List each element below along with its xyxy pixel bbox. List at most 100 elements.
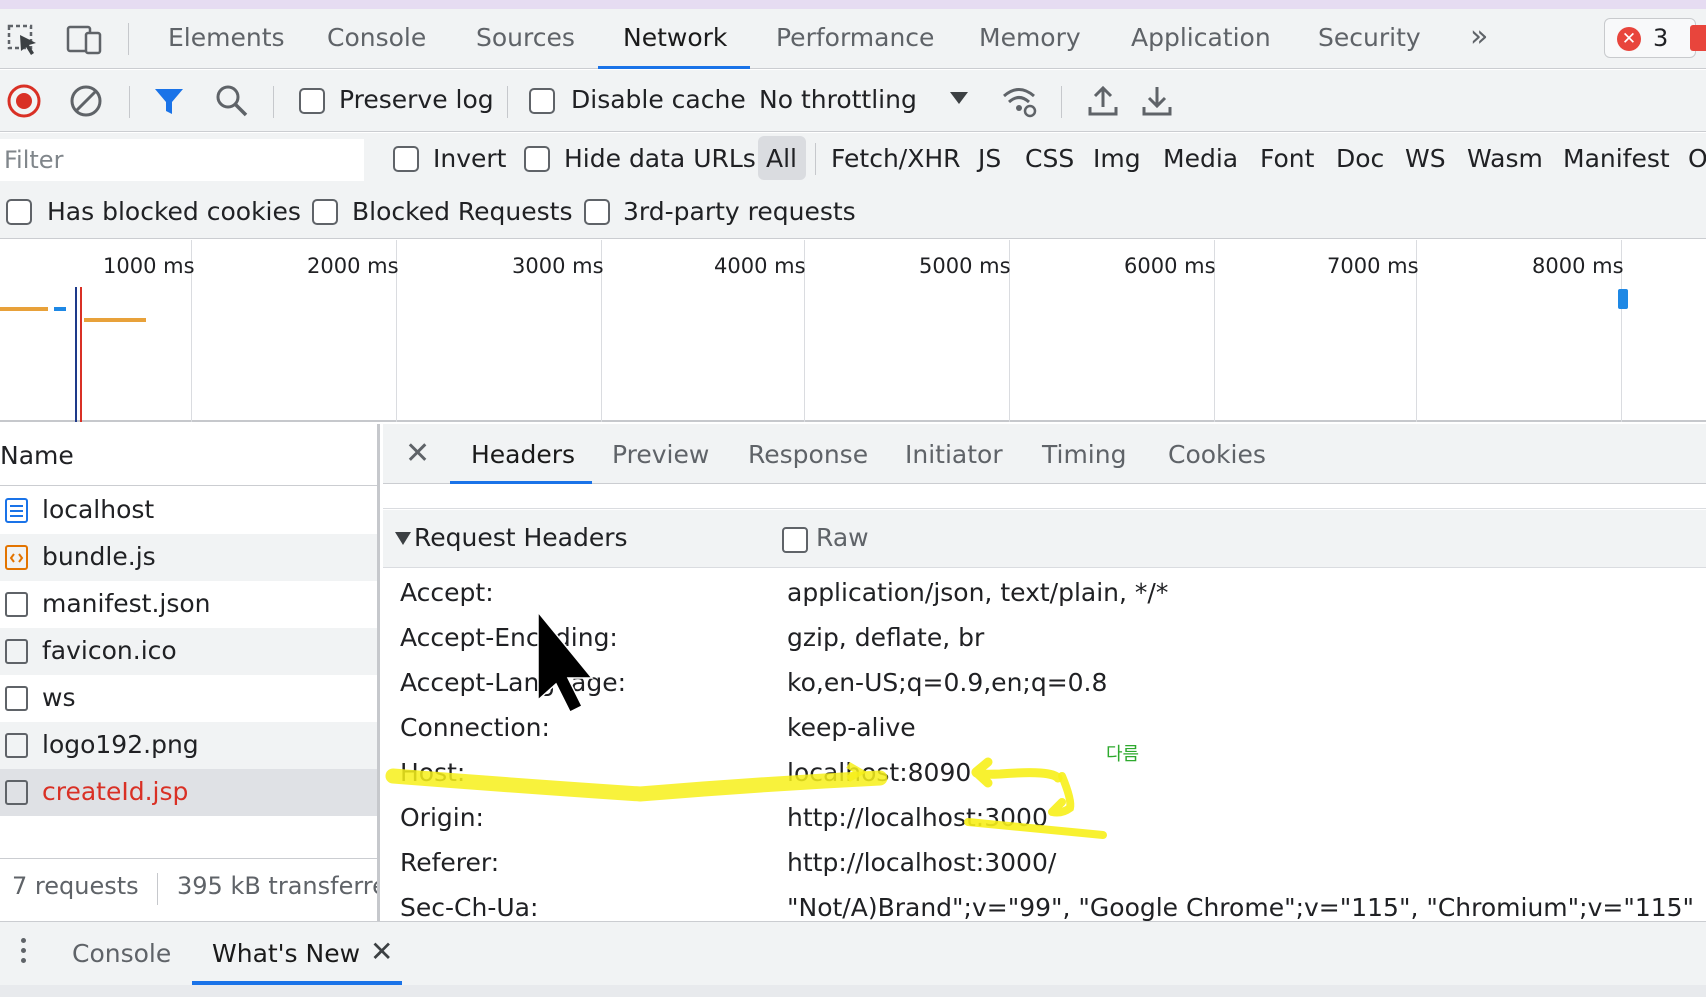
tab-memory[interactable]: Memory <box>979 23 1081 52</box>
header-key: Accept: <box>400 578 494 607</box>
header-key: Host: <box>400 758 466 787</box>
file-icon <box>5 686 28 711</box>
network-timeline-overview[interactable]: 1000 ms 2000 ms 3000 ms 4000 ms 5000 ms … <box>0 240 1706 422</box>
type-filter-img[interactable]: Img <box>1093 144 1141 173</box>
tab-timing[interactable]: Timing <box>1042 440 1126 469</box>
header-row: Sec-Ch-Ua: "Not/A)Brand";v="99", "Google… <box>383 886 1706 921</box>
request-list-header[interactable]: Name <box>0 424 377 486</box>
previous-section-strip <box>383 485 1706 509</box>
third-party-requests-checkbox[interactable] <box>584 199 610 225</box>
timeline-bars <box>0 287 1628 422</box>
clear-icon[interactable] <box>68 83 104 119</box>
type-filter-fetch-xhr[interactable]: Fetch/XHR <box>831 144 961 173</box>
request-headers-section-header[interactable]: Request Headers Raw <box>383 510 1706 568</box>
tab-response[interactable]: Response <box>748 440 868 469</box>
tab-headers[interactable]: Headers <box>471 440 575 469</box>
throttling-select[interactable]: No throttling <box>759 85 917 114</box>
filter-funnel-icon[interactable] <box>151 83 187 119</box>
request-row[interactable]: favicon.ico <box>0 628 377 675</box>
import-har-icon[interactable] <box>1085 83 1121 119</box>
invert-label: Invert <box>433 144 507 173</box>
transferred-size: 395 kB transferre <box>177 872 377 900</box>
error-count-badge[interactable]: ✕ 3 <box>1604 18 1696 58</box>
record-stop-icon[interactable] <box>6 83 42 119</box>
filter-bar: Invert Hide data URLs All Fetch/XHR JS C… <box>0 133 1706 239</box>
request-name: createId.jsp <box>42 777 189 806</box>
drawer-tab-whats-new[interactable]: What's New <box>212 939 360 968</box>
requests-count: 7 requests <box>12 872 139 900</box>
request-name: ws <box>42 683 76 712</box>
request-name: manifest.json <box>42 589 211 618</box>
active-tab-indicator <box>598 66 750 69</box>
header-value: application/json, text/plain, */* <box>787 578 1169 607</box>
blocked-requests-checkbox[interactable] <box>312 199 338 225</box>
request-detail-panel: ✕ Headers Preview Response Initiator Tim… <box>383 424 1706 921</box>
close-drawer-tab-icon[interactable]: ✕ <box>370 935 393 968</box>
type-filter-css[interactable]: CSS <box>1025 144 1074 173</box>
close-icon[interactable]: ✕ <box>405 436 430 471</box>
raw-checkbox[interactable] <box>782 527 808 553</box>
tab-application[interactable]: Application <box>1131 23 1271 52</box>
drawer-menu-kebab-icon[interactable] <box>18 938 28 970</box>
header-row: Host: localhost:8090 <box>383 751 1706 796</box>
error-icon: ✕ <box>1617 27 1641 51</box>
type-filter-font[interactable]: Font <box>1260 144 1314 173</box>
tab-cookies[interactable]: Cookies <box>1168 440 1266 469</box>
tab-network[interactable]: Network <box>623 23 727 52</box>
window-title-strip <box>0 0 1706 9</box>
devtools-main-tabbar: Elements Console Sources Network Perform… <box>0 9 1706 69</box>
raw-label: Raw <box>816 523 869 552</box>
type-filter-ws[interactable]: WS <box>1405 144 1446 173</box>
issues-flag-icon[interactable] <box>1690 25 1706 51</box>
tab-elements[interactable]: Elements <box>168 23 285 52</box>
request-row[interactable]: logo192.png <box>0 722 377 769</box>
header-row: Accept-Language: ko,en-US;q=0.9,en;q=0.8 <box>383 661 1706 706</box>
type-filter-all[interactable]: All <box>766 144 797 173</box>
export-har-icon[interactable] <box>1139 83 1175 119</box>
has-blocked-cookies-checkbox[interactable] <box>6 199 32 225</box>
request-name: favicon.ico <box>42 636 177 665</box>
request-row[interactable]: manifest.json <box>0 581 377 628</box>
header-key: Accept-Language: <box>400 668 627 697</box>
tab-sources[interactable]: Sources <box>476 23 575 52</box>
type-filter-wasm[interactable]: Wasm <box>1467 144 1543 173</box>
network-toolbar: Preserve log Disable cache No throttling <box>0 70 1706 132</box>
disable-cache-checkbox[interactable] <box>529 88 555 114</box>
header-value: http://localhost:3000/ <box>787 848 1057 877</box>
type-filter-manifest[interactable]: Manifest <box>1563 144 1670 173</box>
header-value: http://localhost:3000 <box>787 803 1048 832</box>
throttling-dropdown-caret-icon[interactable] <box>950 92 968 104</box>
type-filter-other[interactable]: O <box>1688 144 1706 173</box>
error-count: 3 <box>1653 24 1669 52</box>
type-filter-js[interactable]: JS <box>978 144 1001 173</box>
tab-security[interactable]: Security <box>1318 23 1421 52</box>
preserve-log-checkbox[interactable] <box>299 88 325 114</box>
inspect-element-icon[interactable] <box>6 23 44 57</box>
device-toolbar-icon[interactable] <box>66 23 104 57</box>
request-row[interactable]: localhost <box>0 487 377 534</box>
header-row: Accept-Encoding: gzip, deflate, br <box>383 616 1706 661</box>
tab-console[interactable]: Console <box>327 23 426 52</box>
file-icon <box>5 733 28 758</box>
request-row[interactable]: ws <box>0 675 377 722</box>
hide-data-urls-checkbox[interactable] <box>524 146 550 172</box>
search-icon[interactable] <box>214 83 250 119</box>
type-filter-doc[interactable]: Doc <box>1336 144 1384 173</box>
disable-cache-label: Disable cache <box>571 85 746 114</box>
tab-initiator[interactable]: Initiator <box>905 440 1003 469</box>
network-conditions-icon[interactable] <box>1001 83 1037 119</box>
request-row[interactable]: bundle.js <box>0 534 377 581</box>
filter-input[interactable] <box>0 139 364 181</box>
more-tabs-chevron-icon[interactable]: » <box>1470 19 1488 54</box>
document-icon <box>5 498 28 523</box>
drawer-tab-console[interactable]: Console <box>72 939 171 968</box>
hide-data-urls-label: Hide data URLs <box>564 144 756 173</box>
request-row-selected[interactable]: createId.jsp <box>0 769 377 816</box>
invert-checkbox[interactable] <box>393 146 419 172</box>
toolbar-separator <box>273 86 274 118</box>
type-filter-media[interactable]: Media <box>1163 144 1238 173</box>
detail-tabbar: ✕ Headers Preview Response Initiator Tim… <box>383 424 1706 484</box>
section-title: Request Headers <box>414 523 628 552</box>
tab-preview[interactable]: Preview <box>612 440 709 469</box>
tab-performance[interactable]: Performance <box>776 23 934 52</box>
